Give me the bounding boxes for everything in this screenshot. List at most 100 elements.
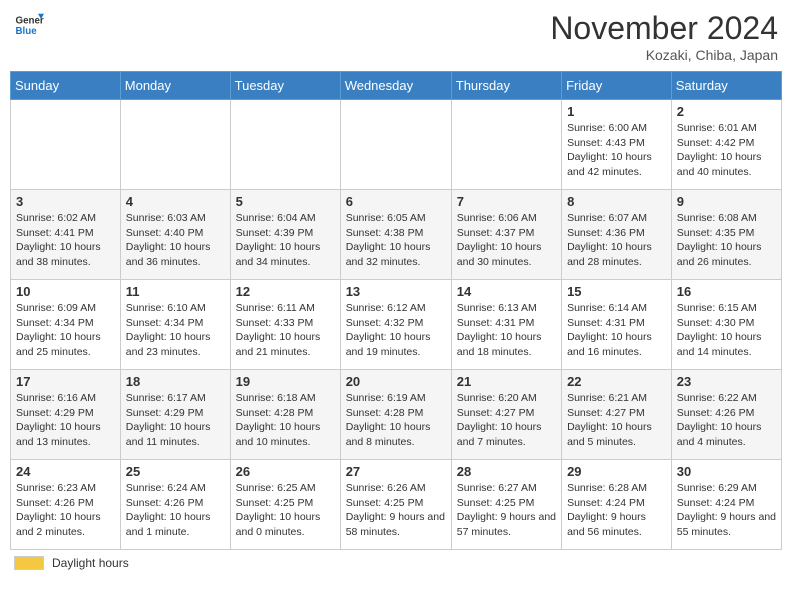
table-row: 20Sunrise: 6:19 AMSunset: 4:28 PMDayligh…	[340, 370, 451, 460]
day-info: Sunrise: 6:14 AMSunset: 4:31 PMDaylight:…	[567, 301, 666, 360]
table-row: 6 Sunrise: 6:05 AMSunset: 4:38 PMDaylight…	[340, 190, 451, 280]
calendar-week-5: 24 Sunrise: 6:23 AMSunset: 4:26 PMDayligh…	[11, 460, 782, 550]
day-info: Sunrise: 6:12 AMSunset: 4:32 PMDaylight:…	[346, 301, 446, 360]
day-info: Sunrise: 6:15 AMSunset: 4:30 PMDaylight:…	[677, 301, 776, 360]
day-number: 19	[236, 374, 335, 389]
day-number: 17	[16, 374, 115, 389]
col-wednesday: Wednesday	[340, 72, 451, 100]
table-row: 17 Sunrise: 6:16 AMSunset: 4:29 PMDayligh…	[11, 370, 121, 460]
table-row: 8Sunrise: 6:07 AMSunset: 4:36 PMDaylight…	[562, 190, 672, 280]
table-row: 21Sunrise: 6:20 AMSunset: 4:27 PMDayligh…	[451, 370, 561, 460]
table-row: 24 Sunrise: 6:23 AMSunset: 4:26 PMDayligh…	[11, 460, 121, 550]
day-number: 2	[677, 104, 776, 119]
day-number: 16	[677, 284, 776, 299]
day-info: Sunrise: 6:06 AMSunset: 4:37 PMDaylight:…	[457, 211, 556, 270]
table-row: 27Sunrise: 6:26 AMSunset: 4:25 PMDayligh…	[340, 460, 451, 550]
day-number: 24	[16, 464, 115, 479]
page-header: General Blue November 2024 Kozaki, Chiba…	[10, 10, 782, 63]
table-row: 15Sunrise: 6:14 AMSunset: 4:31 PMDayligh…	[562, 280, 672, 370]
calendar-header-row: Sunday Monday Tuesday Wednesday Thursday…	[11, 72, 782, 100]
day-number: 13	[346, 284, 446, 299]
day-number: 28	[457, 464, 556, 479]
month-title: November 2024	[550, 10, 778, 47]
col-thursday: Thursday	[451, 72, 561, 100]
calendar-week-4: 17 Sunrise: 6:16 AMSunset: 4:29 PMDayligh…	[11, 370, 782, 460]
location-subtitle: Kozaki, Chiba, Japan	[550, 47, 778, 63]
day-info: Sunrise: 6:18 AMSunset: 4:28 PMDaylight:…	[236, 391, 335, 450]
day-info: Sunrise: 6:16 AMSunset: 4:29 PMDaylight:…	[16, 391, 115, 450]
logo: General Blue	[14, 10, 44, 40]
day-number: 6	[346, 194, 446, 209]
calendar-week-3: 10Sunrise: 6:09 AMSunset: 4:34 PMDayligh…	[11, 280, 782, 370]
col-friday: Friday	[562, 72, 672, 100]
col-saturday: Saturday	[671, 72, 781, 100]
day-info: Sunrise: 6:25 AMSunset: 4:25 PMDaylight:…	[236, 481, 335, 540]
day-number: 29	[567, 464, 666, 479]
table-row: 4Sunrise: 6:03 AMSunset: 4:40 PMDaylight…	[120, 190, 230, 280]
calendar-table: Sunday Monday Tuesday Wednesday Thursday…	[10, 71, 782, 550]
day-info: Sunrise: 6:29 AMSunset: 4:24 PMDaylight:…	[677, 481, 776, 540]
day-info: Sunrise: 6:04 AMSunset: 4:39 PMDaylight:…	[236, 211, 335, 270]
day-info: Sunrise: 6:01 AMSunset: 4:42 PMDaylight:…	[677, 121, 776, 180]
day-number: 14	[457, 284, 556, 299]
title-block: November 2024 Kozaki, Chiba, Japan	[550, 10, 778, 63]
table-row: 11 Sunrise: 6:10 AMSunset: 4:34 PMDayligh…	[120, 280, 230, 370]
day-info: Sunrise: 6:02 AMSunset: 4:41 PMDaylight:…	[16, 211, 115, 270]
table-row	[340, 100, 451, 190]
day-number: 9	[677, 194, 776, 209]
table-row	[230, 100, 340, 190]
day-info: Sunrise: 6:07 AMSunset: 4:36 PMDaylight:…	[567, 211, 666, 270]
day-info: Sunrise: 6:26 AMSunset: 4:25 PMDaylight:…	[346, 481, 446, 540]
table-row	[120, 100, 230, 190]
day-info: Sunrise: 6:24 AMSunset: 4:26 PMDaylight:…	[126, 481, 225, 540]
daylight-label: Daylight hours	[52, 556, 129, 570]
day-number: 30	[677, 464, 776, 479]
table-row: 10Sunrise: 6:09 AMSunset: 4:34 PMDayligh…	[11, 280, 121, 370]
table-row	[451, 100, 561, 190]
day-number: 10	[16, 284, 115, 299]
calendar-week-1: 1Sunrise: 6:00 AMSunset: 4:43 PMDaylight…	[11, 100, 782, 190]
day-info: Sunrise: 6:08 AMSunset: 4:35 PMDaylight:…	[677, 211, 776, 270]
day-number: 3	[16, 194, 115, 209]
footer: Daylight hours	[10, 556, 782, 570]
table-row: 26Sunrise: 6:25 AMSunset: 4:25 PMDayligh…	[230, 460, 340, 550]
day-info: Sunrise: 6:27 AMSunset: 4:25 PMDaylight:…	[457, 481, 556, 540]
table-row: 14Sunrise: 6:13 AMSunset: 4:31 PMDayligh…	[451, 280, 561, 370]
svg-text:Blue: Blue	[16, 26, 38, 37]
table-row: 19 Sunrise: 6:18 AMSunset: 4:28 PMDayligh…	[230, 370, 340, 460]
day-number: 23	[677, 374, 776, 389]
day-number: 20	[346, 374, 446, 389]
table-row: 23 Sunrise: 6:22 AMSunset: 4:26 PMDayligh…	[671, 370, 781, 460]
day-info: Sunrise: 6:00 AMSunset: 4:43 PMDaylight:…	[567, 121, 666, 180]
table-row: 29Sunrise: 6:28 AMSunset: 4:24 PMDayligh…	[562, 460, 672, 550]
table-row: 3 Sunrise: 6:02 AMSunset: 4:41 PMDaylight…	[11, 190, 121, 280]
day-info: Sunrise: 6:23 AMSunset: 4:26 PMDaylight:…	[16, 481, 115, 540]
day-number: 22	[567, 374, 666, 389]
logo-icon: General Blue	[14, 10, 44, 40]
table-row: 30 Sunrise: 6:29 AMSunset: 4:24 PMDayligh…	[671, 460, 781, 550]
day-number: 25	[126, 464, 225, 479]
table-row: 12Sunrise: 6:11 AMSunset: 4:33 PMDayligh…	[230, 280, 340, 370]
table-row	[11, 100, 121, 190]
table-row: 16 Sunrise: 6:15 AMSunset: 4:30 PMDayligh…	[671, 280, 781, 370]
col-sunday: Sunday	[11, 72, 121, 100]
table-row: 7Sunrise: 6:06 AMSunset: 4:37 PMDaylight…	[451, 190, 561, 280]
day-info: Sunrise: 6:20 AMSunset: 4:27 PMDaylight:…	[457, 391, 556, 450]
day-info: Sunrise: 6:22 AMSunset: 4:26 PMDaylight:…	[677, 391, 776, 450]
table-row: 5 Sunrise: 6:04 AMSunset: 4:39 PMDaylight…	[230, 190, 340, 280]
daylight-swatch	[14, 556, 44, 570]
svg-text:General: General	[16, 16, 45, 27]
table-row: 28 Sunrise: 6:27 AMSunset: 4:25 PMDayligh…	[451, 460, 561, 550]
table-row: 1Sunrise: 6:00 AMSunset: 4:43 PMDaylight…	[562, 100, 672, 190]
day-info: Sunrise: 6:03 AMSunset: 4:40 PMDaylight:…	[126, 211, 225, 270]
day-number: 5	[236, 194, 335, 209]
calendar-week-2: 3 Sunrise: 6:02 AMSunset: 4:41 PMDaylight…	[11, 190, 782, 280]
day-info: Sunrise: 6:05 AMSunset: 4:38 PMDaylight:…	[346, 211, 446, 270]
table-row: 9 Sunrise: 6:08 AMSunset: 4:35 PMDaylight…	[671, 190, 781, 280]
day-info: Sunrise: 6:17 AMSunset: 4:29 PMDaylight:…	[126, 391, 225, 450]
day-info: Sunrise: 6:11 AMSunset: 4:33 PMDaylight:…	[236, 301, 335, 360]
day-info: Sunrise: 6:10 AMSunset: 4:34 PMDaylight:…	[126, 301, 225, 360]
table-row: 22Sunrise: 6:21 AMSunset: 4:27 PMDayligh…	[562, 370, 672, 460]
day-number: 11	[126, 284, 225, 299]
table-row: 13 Sunrise: 6:12 AMSunset: 4:32 PMDayligh…	[340, 280, 451, 370]
